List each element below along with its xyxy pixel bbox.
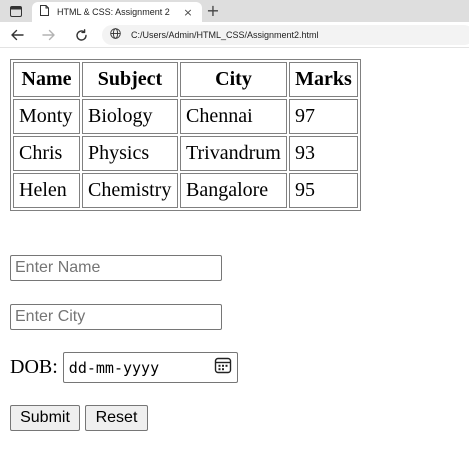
browser-toolbar: C:/Users/Admin/HTML_CSS/Assignment2.html [0, 22, 469, 48]
column-header-name: Name [13, 62, 80, 97]
dob-date-text: dd-mm-yyyy [68, 358, 160, 377]
table-row: Monty Biology Chennai 97 [13, 99, 358, 134]
cell-marks: 93 [289, 136, 358, 171]
column-header-city: City [180, 62, 287, 97]
column-header-marks: Marks [289, 62, 358, 97]
tab-strip: HTML & CSS: Assignment 2 × + [0, 0, 469, 22]
page-content: Name Subject City Marks Monty Biology Ch… [0, 49, 469, 465]
cell-name: Chris [13, 136, 80, 171]
cell-marks: 97 [289, 99, 358, 134]
cell-subject: Chemistry [82, 173, 178, 208]
cell-city: Bangalore [180, 173, 287, 208]
page-icon [40, 3, 49, 21]
name-input[interactable] [10, 255, 222, 281]
close-tab-icon[interactable]: × [180, 4, 196, 20]
forward-icon[interactable] [40, 26, 58, 44]
cell-marks: 95 [289, 173, 358, 208]
dob-label: DOB: [10, 356, 58, 378]
city-input[interactable] [10, 304, 222, 330]
submit-button[interactable]: Submit [10, 405, 80, 431]
tab-title: HTML & CSS: Assignment 2 [57, 7, 170, 17]
tab-actions-icon[interactable] [8, 4, 24, 18]
new-tab-icon[interactable]: + [204, 3, 222, 19]
refresh-icon[interactable] [72, 26, 90, 44]
back-icon[interactable] [8, 26, 26, 44]
cell-subject: Biology [82, 99, 178, 134]
cell-city: Chennai [180, 99, 287, 134]
cell-city: Trivandrum [180, 136, 287, 171]
globe-icon [110, 26, 121, 44]
table-row: Chris Physics Trivandrum 93 [13, 136, 358, 171]
reset-button[interactable]: Reset [85, 405, 148, 431]
table-row: Helen Chemistry Bangalore 95 [13, 173, 358, 208]
browser-tab[interactable]: HTML & CSS: Assignment 2 × [32, 2, 202, 22]
dob-date-input[interactable]: dd-mm-yyyy [62, 352, 238, 383]
marks-table: Name Subject City Marks Monty Biology Ch… [10, 59, 361, 211]
dob-row: DOB: dd-mm-yyyy [10, 352, 238, 383]
address-bar[interactable]: C:/Users/Admin/HTML_CSS/Assignment2.html [102, 25, 469, 45]
column-header-subject: Subject [82, 62, 178, 97]
cell-name: Monty [13, 99, 80, 134]
calendar-icon[interactable] [214, 356, 232, 379]
table-header-row: Name Subject City Marks [13, 62, 358, 97]
cell-subject: Physics [82, 136, 178, 171]
cell-name: Helen [13, 173, 80, 208]
url-text: C:/Users/Admin/HTML_CSS/Assignment2.html [131, 30, 319, 40]
